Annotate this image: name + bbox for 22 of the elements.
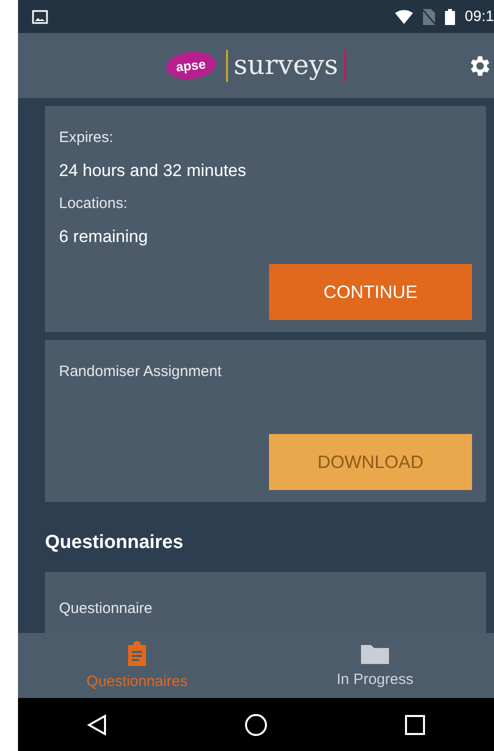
logo-badge: apse	[164, 49, 217, 82]
field-value: 6 remaining	[59, 226, 149, 248]
section-title: Questionnaires	[45, 531, 184, 555]
continue-button[interactable]: CONTINUE	[269, 264, 472, 320]
card-title: Questionnaire	[59, 600, 152, 617]
battery-icon	[444, 8, 455, 24]
clipboard-icon	[125, 641, 149, 667]
back-icon[interactable]	[86, 714, 108, 736]
logo-text: surveys	[226, 50, 346, 82]
home-icon[interactable]	[244, 712, 268, 736]
recents-icon[interactable]	[404, 714, 426, 736]
folder-icon	[360, 643, 390, 665]
wifi-icon	[394, 10, 413, 24]
status-time: 09:1	[464, 8, 494, 25]
field-value: 24 hours and 32 minutes	[59, 160, 248, 182]
nav-tab[interactable]: Questionnaires	[18, 633, 256, 698]
card-title: Randomiser Assignment	[59, 362, 223, 382]
field-label: Locations:	[59, 194, 128, 214]
nav-tab[interactable]: In Progress	[256, 633, 494, 698]
image-icon	[32, 10, 48, 24]
no-sim-icon	[422, 8, 435, 24]
field-label: Expires:	[59, 128, 114, 148]
